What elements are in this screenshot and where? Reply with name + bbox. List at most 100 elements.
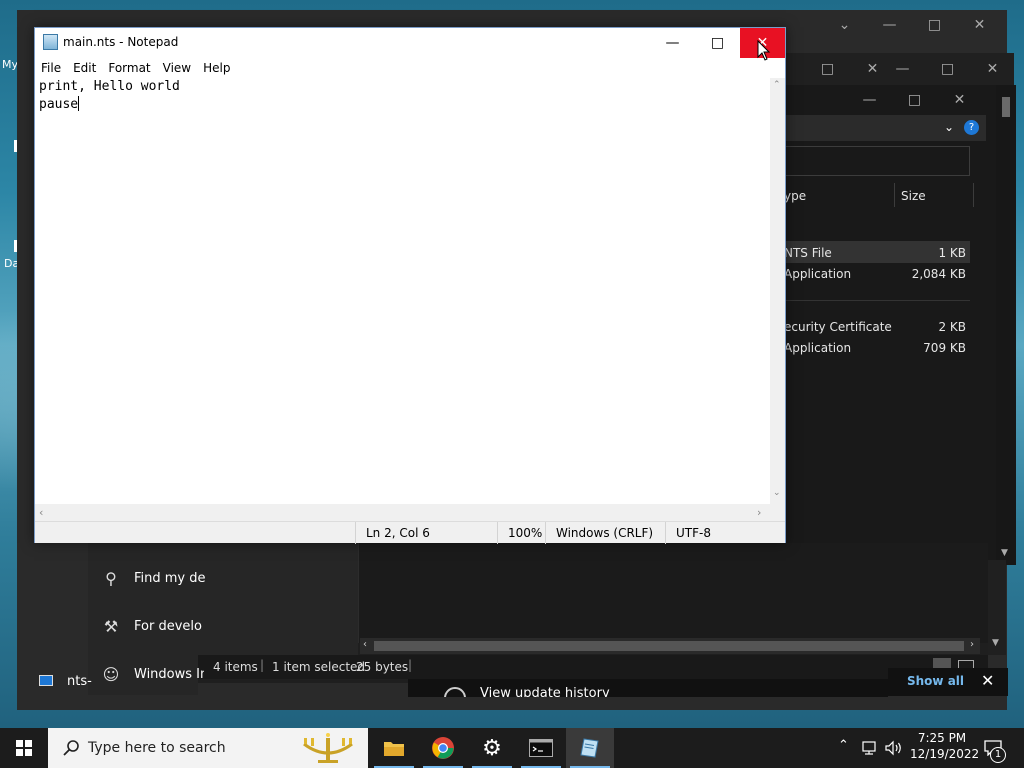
taskbar-app-settings[interactable]: ⚙ bbox=[468, 728, 516, 768]
file-size: 2,084 KB bbox=[911, 267, 966, 281]
horizontal-scrollbar[interactable]: ‹ › bbox=[35, 504, 770, 521]
mouse-cursor-icon bbox=[757, 40, 771, 61]
desktop-icon-label[interactable]: My bbox=[2, 58, 18, 71]
file-size: 1 KB bbox=[938, 246, 966, 260]
scrollbar-thumb[interactable] bbox=[374, 641, 964, 651]
windows-logo-icon bbox=[16, 740, 32, 756]
maximize-icon[interactable]: □ bbox=[925, 55, 970, 83]
action-center-button[interactable]: 1 bbox=[980, 728, 1024, 768]
scroll-right-arrow[interactable]: › bbox=[970, 639, 974, 650]
text-editor[interactable]: print, Hello world pause bbox=[35, 78, 770, 504]
settings-icon: ⚙ bbox=[482, 735, 502, 761]
text-line: print, Hello world bbox=[39, 79, 180, 94]
clock-time: 7:25 PM bbox=[917, 731, 967, 745]
volume-icon[interactable] bbox=[884, 740, 904, 756]
column-divider bbox=[973, 183, 974, 207]
close-icon[interactable]: ✕ bbox=[970, 55, 1015, 83]
pinned-window-thumb[interactable]: nts- bbox=[17, 655, 92, 695]
notepad-icon bbox=[43, 34, 58, 50]
horizontal-scrollbar[interactable]: ‹ › bbox=[360, 638, 980, 654]
window-icon bbox=[39, 675, 53, 686]
scroll-down-arrow[interactable]: ▼ bbox=[992, 638, 999, 648]
clock[interactable]: 7:25 PM 12/19/2022 bbox=[910, 731, 980, 761]
menorah-icon bbox=[303, 733, 353, 763]
menu-edit[interactable]: Edit bbox=[67, 61, 102, 75]
scrollbar[interactable]: ▼ bbox=[996, 85, 1016, 565]
start-item-windows-insider[interactable]: ☺ Windows Insider Program bbox=[88, 650, 388, 698]
file-list-pane bbox=[358, 543, 988, 643]
file-type: ecurity Certificate bbox=[784, 320, 892, 334]
zoom-level: 100% bbox=[497, 522, 547, 544]
network-icon[interactable] bbox=[862, 740, 880, 756]
clock-date: 12/19/2022 bbox=[910, 747, 980, 761]
chevron-down-icon[interactable]: ⌄ bbox=[822, 10, 867, 40]
taskbar-app-chrome[interactable] bbox=[419, 728, 467, 768]
scroll-down-arrow[interactable]: ▼ bbox=[1001, 548, 1008, 558]
close-icon[interactable]: ✕ bbox=[957, 10, 1002, 40]
column-header-size[interactable]: Size bbox=[901, 189, 926, 203]
window-label: nts- bbox=[67, 674, 92, 689]
view-update-history-link[interactable]: View update history bbox=[480, 686, 610, 697]
window-title: main.nts - Notepad bbox=[63, 35, 179, 49]
window-caption-buttons: — □ ✕ bbox=[880, 55, 1015, 83]
start-button[interactable] bbox=[0, 728, 48, 768]
scroll-right-arrow[interactable]: › bbox=[757, 506, 761, 519]
maximize-icon[interactable]: □ bbox=[912, 10, 957, 40]
search-icon bbox=[63, 740, 79, 756]
taskbar-app-file-explorer[interactable] bbox=[370, 728, 418, 768]
taskbar-app-notepad[interactable] bbox=[566, 728, 614, 768]
start-item-label: Windows Insider Program bbox=[134, 666, 204, 682]
scroll-up-arrow[interactable]: ⌃ bbox=[773, 80, 781, 90]
minimize-button[interactable]: — bbox=[650, 28, 695, 58]
file-type: Application bbox=[784, 341, 852, 355]
line-endings: Windows (CRLF) bbox=[545, 522, 665, 544]
file-explorer-icon bbox=[384, 742, 404, 756]
search-placeholder: Type here to search bbox=[88, 740, 226, 756]
show-all-link[interactable]: Show all bbox=[907, 674, 964, 688]
start-item-for-developers[interactable]: ⚒ For develo bbox=[88, 602, 388, 650]
taskbar-app-terminal[interactable] bbox=[517, 728, 565, 768]
minimize-icon[interactable]: — bbox=[880, 55, 925, 83]
menu-format[interactable]: Format bbox=[102, 61, 156, 75]
vertical-scrollbar[interactable]: ▼ bbox=[988, 560, 1006, 655]
column-divider bbox=[894, 183, 895, 207]
chrome-icon bbox=[432, 737, 454, 759]
vertical-scrollbar[interactable]: ⌃ ⌄ bbox=[770, 78, 785, 504]
menu-bar: File Edit Format View Help bbox=[35, 58, 785, 78]
start-item-label: Find my de bbox=[134, 570, 206, 586]
status-bar: Ln 2, Col 6 100% Windows (CRLF) UTF-8 bbox=[35, 521, 785, 544]
notepad-window: main.nts - Notepad — □ ✕ File Edit Forma… bbox=[34, 27, 786, 544]
title-bar[interactable]: main.nts - Notepad — □ ✕ bbox=[35, 28, 785, 58]
column-header-type[interactable]: ype bbox=[784, 189, 806, 203]
taskbar-search-box[interactable]: Type here to search bbox=[48, 728, 368, 768]
file-size: 709 KB bbox=[923, 341, 966, 355]
notification-count-badge: 1 bbox=[990, 747, 1006, 763]
maximize-button[interactable]: □ bbox=[695, 28, 740, 58]
terminal-icon bbox=[529, 739, 553, 757]
maximize-icon[interactable]: □ bbox=[805, 55, 850, 83]
scrollbar-thumb[interactable] bbox=[1002, 97, 1010, 117]
ninja-cat-icon: ☺ bbox=[102, 664, 120, 684]
scroll-down-arrow[interactable]: ⌄ bbox=[773, 488, 781, 498]
scroll-left-arrow[interactable]: ‹ bbox=[39, 506, 43, 519]
menu-view[interactable]: View bbox=[157, 61, 197, 75]
chevron-down-icon[interactable]: ⌄ bbox=[944, 120, 954, 134]
close-icon[interactable]: ✕ bbox=[981, 671, 994, 690]
help-icon[interactable]: ? bbox=[964, 120, 979, 135]
close-icon[interactable]: ✕ bbox=[937, 85, 982, 115]
history-icon bbox=[444, 687, 466, 697]
cursor-position: Ln 2, Col 6 bbox=[355, 522, 497, 544]
show-hidden-icons-icon[interactable]: ⌃ bbox=[838, 738, 849, 753]
text-line: pause bbox=[39, 97, 79, 112]
minimize-icon[interactable]: — bbox=[847, 85, 892, 115]
tools-icon: ⚒ bbox=[103, 616, 119, 636]
start-item-find-my-device[interactable]: ⚲ Find my de bbox=[88, 554, 388, 602]
maximize-icon[interactable]: □ bbox=[892, 85, 937, 115]
notepad-icon bbox=[580, 738, 599, 758]
status-divider: | bbox=[408, 658, 413, 672]
minimize-icon[interactable]: — bbox=[867, 10, 912, 40]
start-item-label: For develo bbox=[134, 618, 202, 634]
menu-file[interactable]: File bbox=[35, 61, 67, 75]
menu-help[interactable]: Help bbox=[197, 61, 236, 75]
explorer-caption: — □ ✕ bbox=[847, 85, 982, 115]
